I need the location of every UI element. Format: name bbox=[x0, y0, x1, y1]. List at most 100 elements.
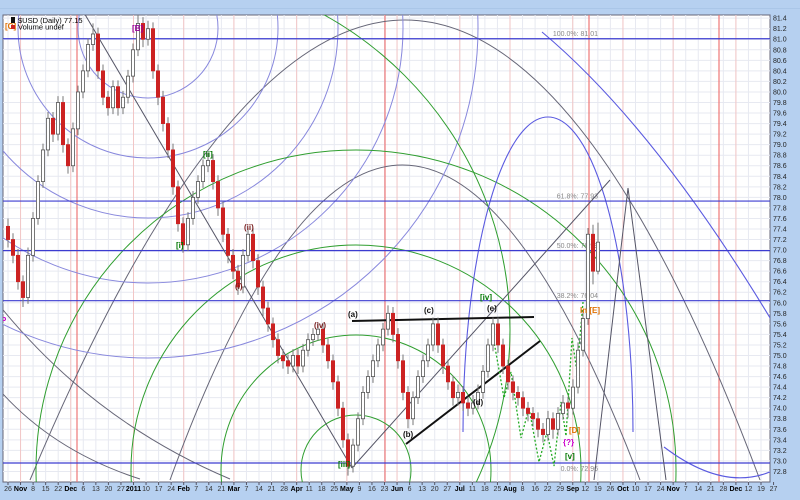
svg-text:81.2: 81.2 bbox=[773, 26, 787, 33]
svg-text:77.0: 77.0 bbox=[773, 248, 787, 255]
svg-text:7: 7 bbox=[684, 486, 688, 493]
svg-text:[iii]: [iii] bbox=[338, 460, 350, 469]
svg-text:78.8: 78.8 bbox=[773, 153, 787, 160]
svg-text:Jun: Jun bbox=[391, 486, 403, 493]
svg-text:26: 26 bbox=[4, 486, 12, 493]
svg-text:24: 24 bbox=[657, 486, 665, 493]
svg-text:77.2: 77.2 bbox=[773, 237, 787, 244]
svg-text:Apr: Apr bbox=[291, 486, 303, 493]
svg-text:81.0: 81.0 bbox=[773, 37, 787, 44]
svg-text:73.0: 73.0 bbox=[773, 458, 787, 465]
svg-text:77.6: 77.6 bbox=[773, 216, 787, 223]
svg-text:75.4: 75.4 bbox=[773, 332, 787, 339]
svg-text:27: 27 bbox=[117, 486, 125, 493]
svg-text:11: 11 bbox=[306, 486, 313, 493]
svg-text:16: 16 bbox=[368, 486, 376, 493]
svg-text:16: 16 bbox=[531, 486, 539, 493]
svg-text:(iv): (iv) bbox=[314, 321, 326, 330]
svg-text:80.8: 80.8 bbox=[773, 47, 787, 54]
svg-text:[v]: [v] bbox=[565, 452, 575, 461]
svg-text:(i): (i) bbox=[235, 282, 243, 291]
svg-text:78.0: 78.0 bbox=[773, 195, 787, 202]
svg-text:72.8: 72.8 bbox=[773, 469, 787, 476]
svg-text:74.4: 74.4 bbox=[773, 385, 787, 392]
svg-text:26: 26 bbox=[607, 486, 615, 493]
svg-text:74.8: 74.8 bbox=[773, 364, 787, 371]
svg-text:79.6: 79.6 bbox=[773, 111, 787, 118]
svg-text:28: 28 bbox=[280, 486, 288, 493]
svg-text:Nov: Nov bbox=[14, 486, 27, 493]
svg-text:(c): (c) bbox=[424, 306, 434, 315]
svg-text:80.0: 80.0 bbox=[773, 89, 787, 96]
svg-text:78.2: 78.2 bbox=[773, 184, 787, 191]
svg-text:14: 14 bbox=[205, 486, 213, 493]
svg-text:Dec: Dec bbox=[729, 486, 742, 493]
svg-text:14: 14 bbox=[694, 486, 702, 493]
svg-text:80.4: 80.4 bbox=[773, 68, 787, 75]
svg-text:81.4: 81.4 bbox=[773, 16, 787, 23]
svg-text:[ii]: [ii] bbox=[203, 150, 213, 159]
svg-text:78.6: 78.6 bbox=[773, 163, 787, 170]
svg-text:6: 6 bbox=[81, 486, 85, 493]
svg-text:Jul: Jul bbox=[455, 486, 465, 493]
svg-text:[D]: [D] bbox=[569, 426, 580, 435]
svg-text:21: 21 bbox=[268, 486, 276, 493]
svg-text:76.4: 76.4 bbox=[773, 279, 787, 286]
svg-text:74.0: 74.0 bbox=[773, 406, 787, 413]
svg-text:28: 28 bbox=[719, 486, 727, 493]
svg-text:Mar: Mar bbox=[228, 486, 241, 493]
svg-text:22: 22 bbox=[54, 486, 62, 493]
svg-text:15: 15 bbox=[42, 486, 50, 493]
svg-text:78.4: 78.4 bbox=[773, 174, 787, 181]
svg-text:80.6: 80.6 bbox=[773, 58, 787, 65]
svg-text:[i]: [i] bbox=[176, 241, 184, 250]
svg-text:76.8: 76.8 bbox=[773, 258, 787, 265]
svg-text:38.2%: 76.04: 38.2%: 76.04 bbox=[557, 293, 598, 300]
svg-text:7: 7 bbox=[194, 486, 198, 493]
svg-text:10: 10 bbox=[632, 486, 640, 493]
svg-text:80.2: 80.2 bbox=[773, 79, 787, 86]
svg-text:2011: 2011 bbox=[126, 486, 141, 493]
svg-text:(d): (d) bbox=[473, 398, 484, 407]
svg-text:76.6: 76.6 bbox=[773, 269, 787, 276]
svg-text:(a): (a) bbox=[348, 310, 358, 319]
svg-text:17: 17 bbox=[644, 486, 652, 493]
svg-text:75.6: 75.6 bbox=[773, 321, 787, 328]
svg-text:(e): (e) bbox=[487, 304, 497, 313]
svg-text:74.6: 74.6 bbox=[773, 374, 787, 381]
svg-text:14: 14 bbox=[255, 486, 263, 493]
svg-text:79.2: 79.2 bbox=[773, 132, 787, 139]
svg-text:20: 20 bbox=[105, 486, 113, 493]
svg-text:18: 18 bbox=[318, 486, 326, 493]
svg-text:[iv]: [iv] bbox=[480, 293, 492, 302]
svg-text:13: 13 bbox=[92, 486, 100, 493]
svg-text:25: 25 bbox=[330, 486, 338, 493]
svg-text:Sep: Sep bbox=[566, 486, 579, 493]
svg-text:76.2: 76.2 bbox=[773, 290, 787, 297]
svg-text:76.0: 76.0 bbox=[773, 300, 787, 307]
svg-text:79.4: 79.4 bbox=[773, 121, 787, 128]
svg-text:Nov: Nov bbox=[667, 486, 680, 493]
chart-canvas: 100.0%: 81.0161.8%: 77.9350.0%: 76.9938.… bbox=[0, 0, 800, 500]
svg-text:(ii): (ii) bbox=[244, 223, 254, 232]
svg-text:{?}: {?} bbox=[563, 438, 574, 447]
svg-text:73.4: 73.4 bbox=[773, 437, 787, 444]
svg-text:[B]: [B] bbox=[132, 24, 143, 33]
svg-text:19: 19 bbox=[757, 486, 765, 493]
svg-text:73.2: 73.2 bbox=[773, 448, 787, 455]
svg-text:17: 17 bbox=[155, 486, 163, 493]
svg-text:75.8: 75.8 bbox=[773, 311, 787, 318]
svg-text:Dec: Dec bbox=[64, 486, 77, 493]
svg-text:Aug: Aug bbox=[503, 486, 517, 493]
svg-text:May: May bbox=[340, 486, 354, 493]
svg-text:12: 12 bbox=[581, 486, 589, 493]
svg-text:19: 19 bbox=[594, 486, 602, 493]
svg-text:73.8: 73.8 bbox=[773, 416, 787, 423]
svg-text:In [E]: In [E] bbox=[580, 306, 600, 315]
svg-text:11: 11 bbox=[469, 486, 476, 493]
svg-text:77.8: 77.8 bbox=[773, 205, 787, 212]
svg-text:77.4: 77.4 bbox=[773, 226, 787, 233]
svg-text:21: 21 bbox=[707, 486, 715, 493]
svg-text:24: 24 bbox=[167, 486, 175, 493]
svg-text:0.0%: 72.96: 0.0%: 72.96 bbox=[561, 466, 598, 473]
